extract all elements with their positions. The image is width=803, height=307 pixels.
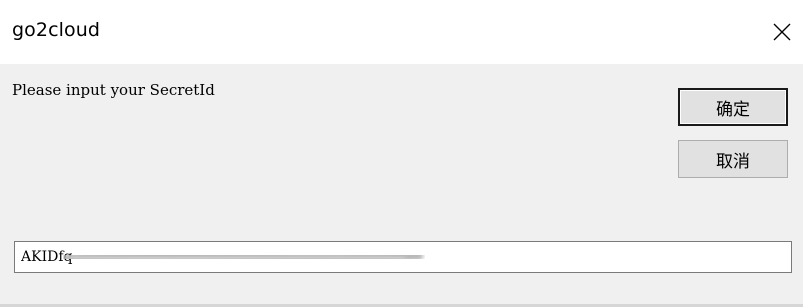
secret-id-field — [14, 241, 792, 273]
input-dialog: go2cloud Please input your SecretId 确定 取… — [0, 0, 803, 307]
prompt-label: Please input your SecretId — [12, 81, 215, 99]
title-bar: go2cloud — [0, 0, 803, 64]
close-button[interactable] — [765, 12, 799, 52]
cancel-button[interactable]: 取消 — [678, 140, 788, 178]
dialog-body: Please input your SecretId 确定 取消 — [0, 64, 803, 307]
close-icon — [773, 23, 791, 41]
window-title: go2cloud — [12, 19, 101, 41]
ok-button[interactable]: 确定 — [678, 88, 788, 126]
secret-id-input[interactable] — [15, 242, 791, 272]
